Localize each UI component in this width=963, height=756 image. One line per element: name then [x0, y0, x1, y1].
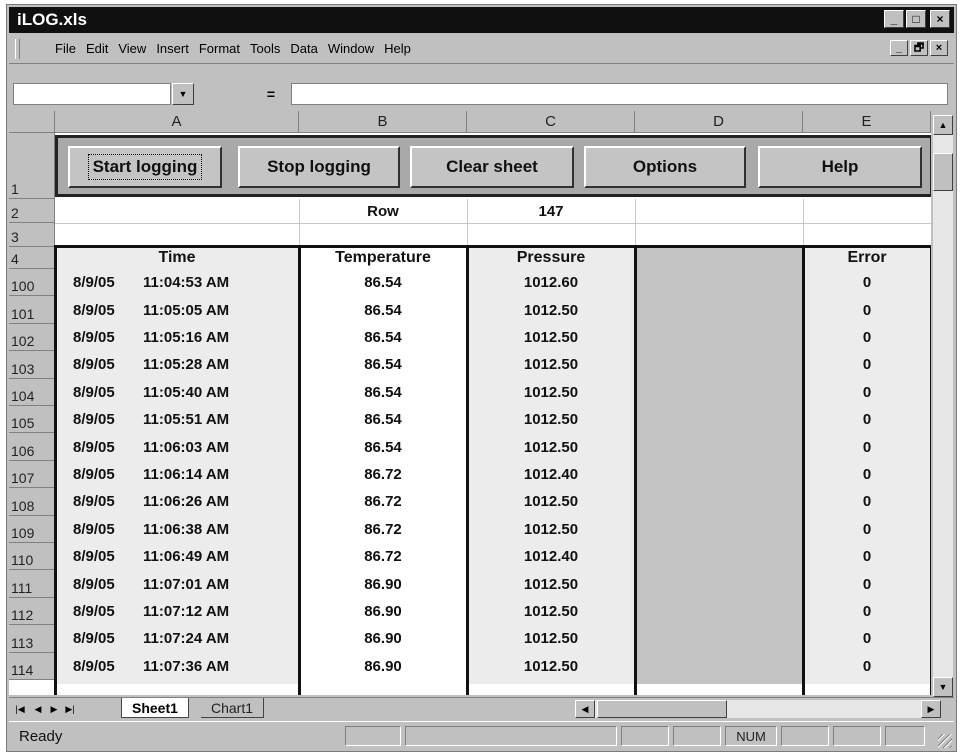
vertical-scroll-thumb[interactable] — [933, 153, 953, 191]
last-sheet-icon[interactable]: ▶| — [63, 701, 77, 717]
scroll-left-icon[interactable]: ◀ — [575, 700, 595, 718]
tab-chart1[interactable]: Chart1 — [201, 698, 265, 718]
excel-window: iLOG.xls _ □ × File Edit View Insert Format T… — [6, 4, 957, 752]
row-header-107[interactable]: 107 — [9, 460, 55, 489]
horizontal-scroll-thumb[interactable] — [597, 700, 727, 718]
menu-window[interactable]: Window — [328, 41, 374, 56]
row-header-1[interactable]: 1 — [9, 133, 55, 199]
options-button-label: Options — [632, 157, 698, 176]
status-panel — [405, 726, 617, 746]
row-header-114[interactable]: 114 — [9, 652, 55, 680]
sheet-tab-bar: |◀ ◀ ▶ ▶| Sheet1 Chart1 ◀ ▶ — [9, 697, 954, 720]
doc-close-button[interactable]: × — [930, 40, 948, 56]
minimize-button[interactable]: _ — [884, 10, 904, 28]
status-panel — [885, 726, 925, 746]
status-panel — [621, 726, 669, 746]
column-border — [634, 245, 805, 695]
select-all-corner[interactable] — [9, 111, 55, 133]
maximize-button[interactable]: □ — [906, 10, 926, 28]
doc-restore-button[interactable]: 🗗 — [910, 40, 928, 56]
column-border — [298, 245, 469, 695]
close-button[interactable]: × — [930, 10, 950, 28]
help-button-label: Help — [821, 157, 859, 176]
menu-edit[interactable]: Edit — [86, 41, 108, 56]
resize-grip-icon[interactable] — [938, 734, 952, 748]
stop-logging-button[interactable]: Stop logging — [238, 146, 400, 188]
row-header-112[interactable]: 112 — [9, 597, 55, 626]
menu-bar: File Edit View Insert Format Tools Data Window H… — [9, 35, 954, 64]
row-header-102[interactable]: 102 — [9, 323, 55, 352]
vertical-scrollbar[interactable]: ▲ ▼ — [933, 115, 953, 697]
status-panel — [781, 726, 829, 746]
options-button[interactable]: Options — [584, 146, 746, 188]
title-bar[interactable]: iLOG.xls _ □ × — [9, 7, 954, 33]
doc-minimize-button[interactable]: _ — [890, 40, 908, 56]
status-panel — [345, 726, 401, 746]
num-lock-indicator: NUM — [725, 726, 777, 746]
column-border — [54, 245, 301, 695]
row-header-101[interactable]: 101 — [9, 296, 55, 324]
menu-tools[interactable]: Tools — [250, 41, 280, 56]
row-header-103[interactable]: 103 — [9, 351, 55, 379]
start-logging-button-label: Start logging — [87, 154, 203, 180]
menu-view[interactable]: View — [118, 41, 146, 56]
status-panel — [673, 726, 721, 746]
formula-bar: ▼ = — [9, 77, 954, 111]
row-header-105[interactable]: 105 — [9, 406, 55, 434]
control-button-panel: Start logging Stop logging Clear sheet Opti… — [55, 135, 931, 197]
formula-input[interactable] — [291, 83, 948, 105]
column-header-b[interactable]: B — [299, 111, 467, 133]
scroll-right-icon[interactable]: ▶ — [921, 700, 941, 718]
edit-formula-button[interactable]: = — [199, 83, 287, 105]
window-title: iLOG.xls — [17, 10, 87, 29]
row-header-104[interactable]: 104 — [9, 378, 55, 406]
row-header-100[interactable]: 100 — [9, 269, 55, 297]
menu-grip[interactable] — [15, 39, 20, 59]
row-header-109[interactable]: 109 — [9, 515, 55, 543]
column-border — [802, 245, 931, 695]
row-header-108[interactable]: 108 — [9, 488, 55, 516]
horizontal-scrollbar[interactable]: ◀ ▶ — [575, 700, 941, 718]
menu-file[interactable]: File — [55, 41, 76, 56]
row-label: Row — [367, 202, 399, 220]
row-header-106[interactable]: 106 — [9, 433, 55, 461]
first-sheet-icon[interactable]: |◀ — [13, 701, 27, 717]
column-header-d[interactable]: D — [635, 111, 803, 133]
status-text: Ready — [19, 728, 63, 745]
clear-sheet-button[interactable]: Clear sheet — [410, 146, 574, 188]
row-header-4[interactable]: 4 — [9, 247, 55, 269]
next-sheet-icon[interactable]: ▶ — [47, 701, 61, 717]
status-bar: Ready NUM — [9, 721, 954, 750]
tab-sheet1[interactable]: Sheet1 — [121, 698, 189, 718]
prev-sheet-icon[interactable]: ◀ — [31, 701, 45, 717]
scroll-up-icon[interactable]: ▲ — [933, 115, 953, 135]
row-header-110[interactable]: 110 — [9, 543, 55, 571]
column-header-a[interactable]: A — [55, 111, 299, 133]
gridline — [55, 223, 931, 224]
column-border — [466, 245, 637, 695]
name-box[interactable] — [13, 83, 171, 105]
row-header-111[interactable]: 111 — [9, 570, 55, 598]
clear-sheet-button-label: Clear sheet — [446, 157, 538, 176]
row-counter-value: 147 — [538, 202, 564, 220]
worksheet-grid[interactable]: A B C D E 1 2 3 4 Row 147 Time Temperature Pressure Er… — [9, 111, 931, 695]
menu-data[interactable]: Data — [290, 41, 317, 56]
row-header-2[interactable]: 2 — [9, 199, 55, 223]
row-header-113[interactable]: 113 — [9, 625, 55, 653]
stop-logging-button-label: Stop logging — [267, 157, 371, 176]
start-logging-button[interactable]: Start logging — [68, 146, 222, 188]
menu-insert[interactable]: Insert — [156, 41, 189, 56]
row-header-3[interactable]: 3 — [9, 223, 55, 247]
name-box-dropdown-icon[interactable]: ▼ — [172, 83, 194, 105]
menu-help[interactable]: Help — [384, 41, 411, 56]
column-header-c[interactable]: C — [467, 111, 635, 133]
menu-format[interactable]: Format — [199, 41, 240, 56]
help-button[interactable]: Help — [758, 146, 922, 188]
column-header-e[interactable]: E — [803, 111, 931, 133]
status-panel — [833, 726, 881, 746]
scroll-down-icon[interactable]: ▼ — [933, 677, 953, 697]
